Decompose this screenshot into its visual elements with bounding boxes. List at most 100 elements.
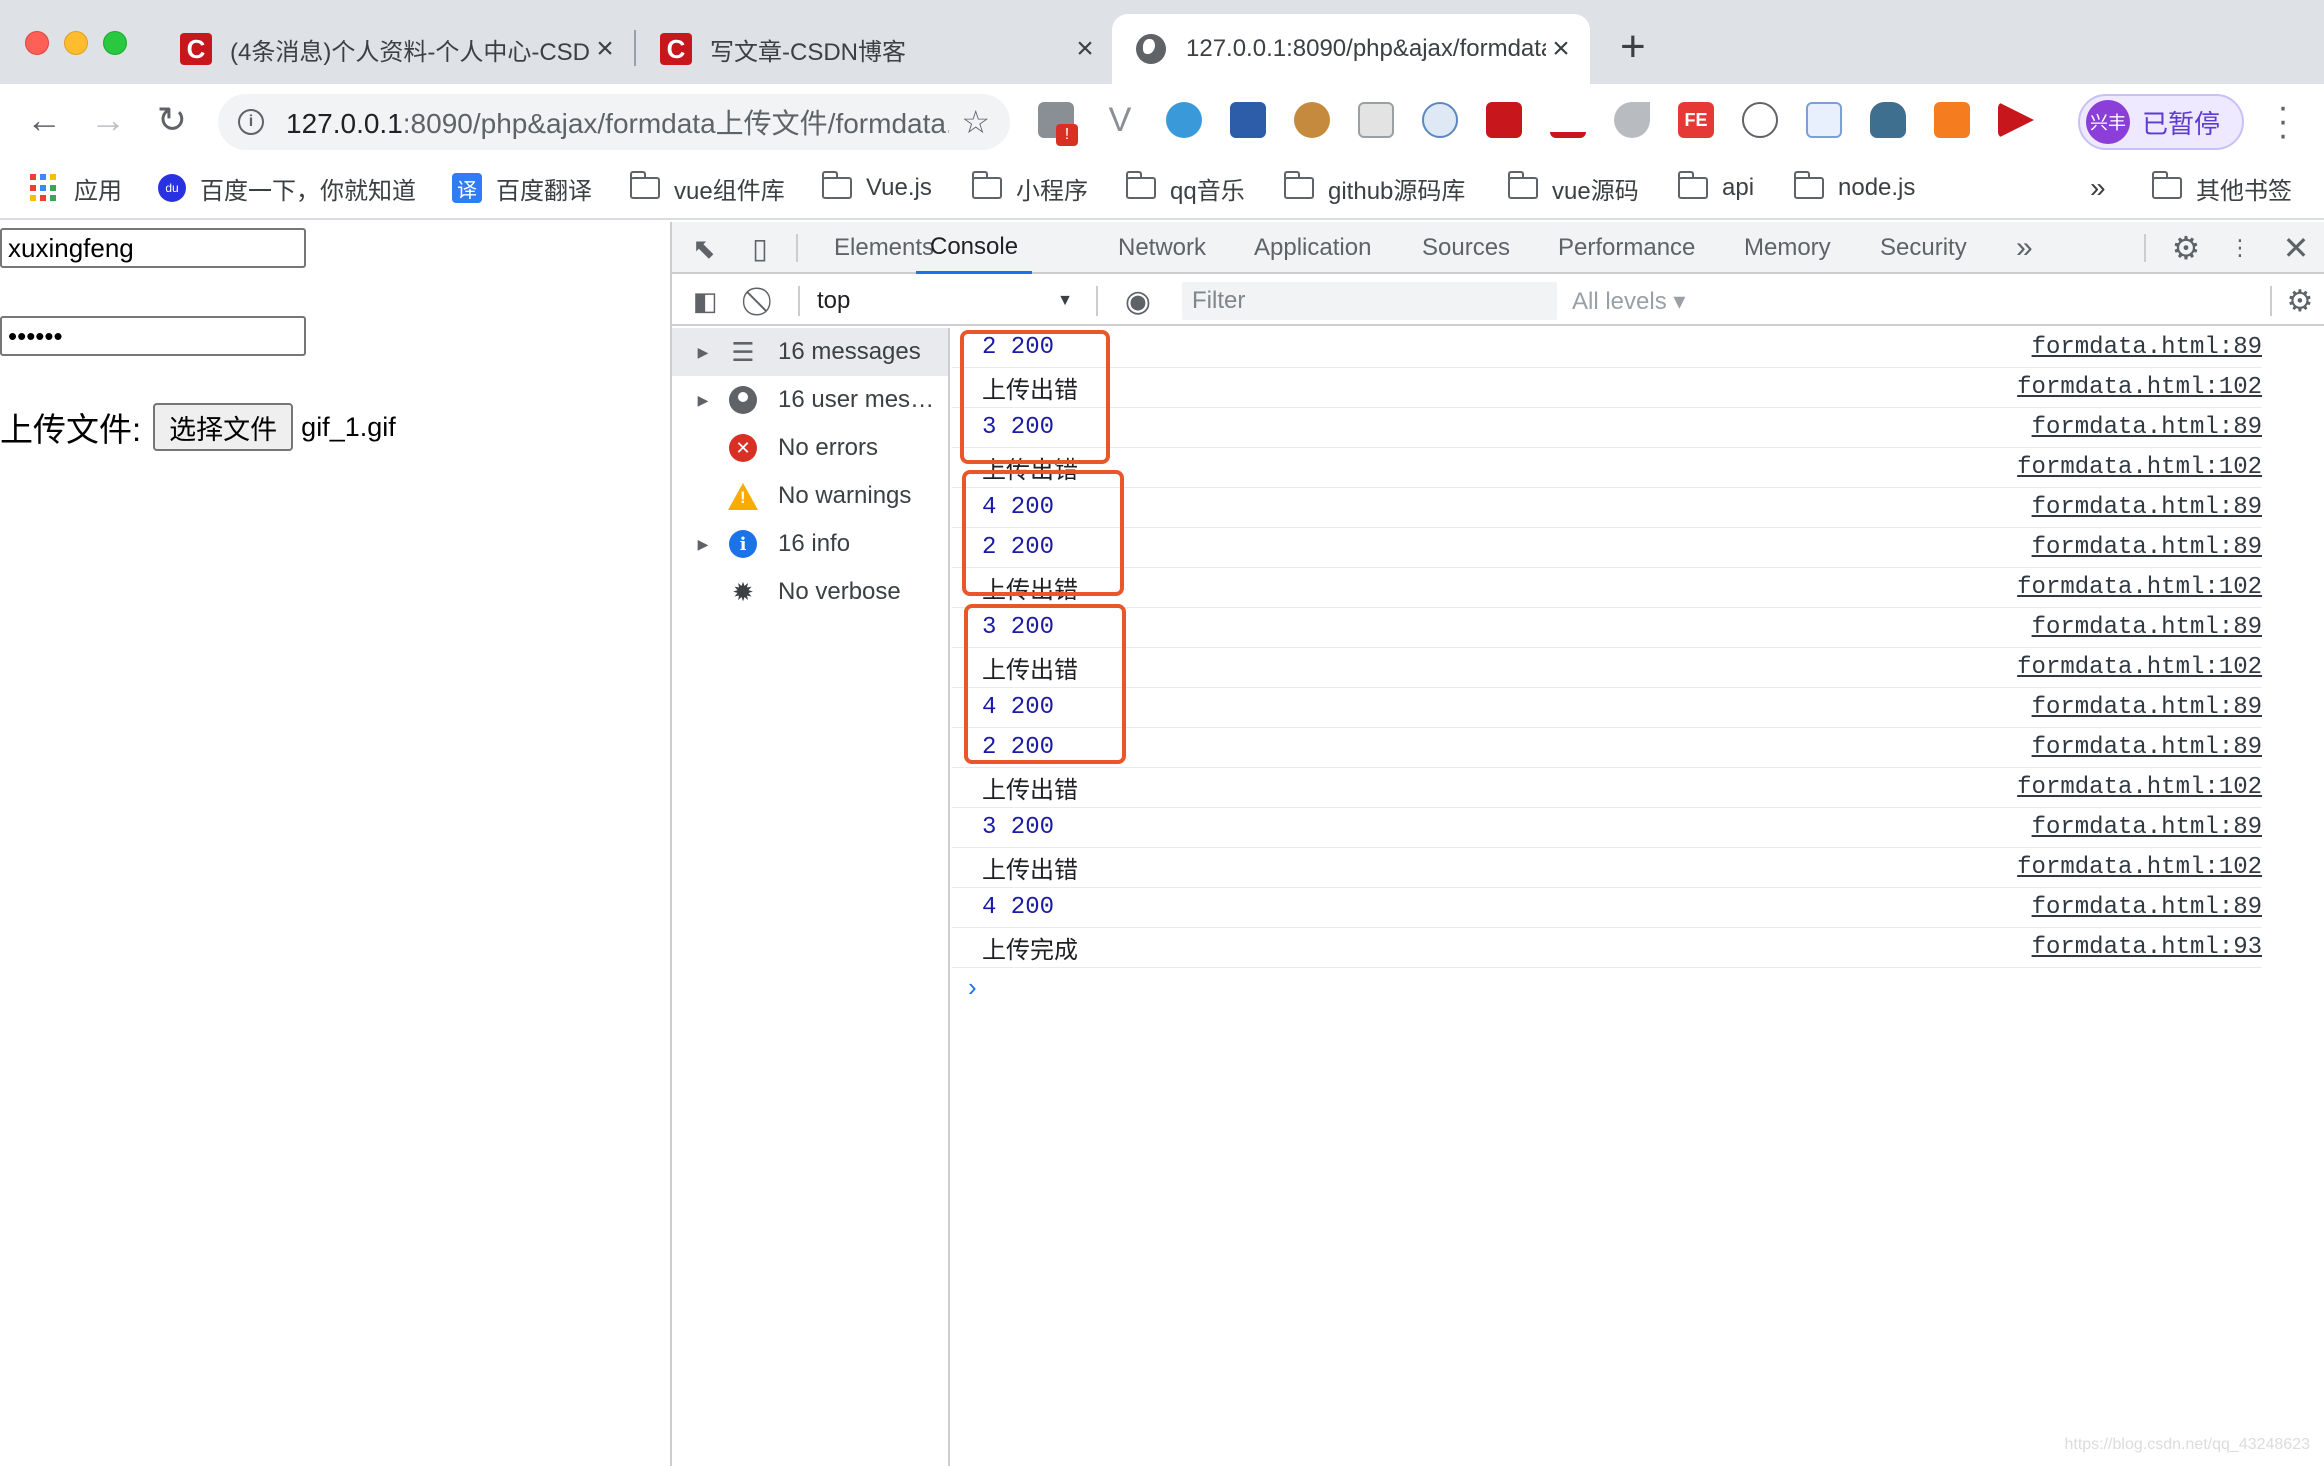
sidebar-item-user-messages[interactable]: ▶ 16 user mess…	[672, 376, 948, 424]
tab-performance[interactable]: Performance	[1558, 222, 1695, 274]
reload-button[interactable]: ↻	[148, 96, 196, 144]
console-message-row: 2 200 formdata.html:89	[952, 728, 2262, 768]
bookmark-star-icon[interactable]: ☆	[961, 103, 990, 141]
extension-icon[interactable]	[1998, 102, 2034, 138]
bookmark-folder-api[interactable]: api	[1678, 168, 1754, 208]
extension-icon[interactable]	[1422, 102, 1458, 138]
live-expression-eye-icon[interactable]: ◉	[1118, 284, 1158, 318]
console-source-link[interactable]: formdata.html:102	[2017, 374, 2262, 401]
tab-csdn-write[interactable]: C 写文章-CSDN博客 ×	[650, 14, 1100, 84]
bookmark-folder-qqmusic[interactable]: qq音乐	[1126, 168, 1245, 208]
bookmark-baidu-translate[interactable]: 译 百度翻译	[452, 168, 592, 208]
console-source-link[interactable]: formdata.html:89	[2032, 414, 2262, 441]
username-input[interactable]	[0, 228, 306, 268]
console-source-link[interactable]: formdata.html:89	[2032, 694, 2262, 721]
close-icon[interactable]: ×	[1546, 32, 1576, 65]
log-levels-dropdown[interactable]: All levels ▾	[1572, 282, 1685, 320]
tab-application[interactable]: Application	[1254, 222, 1371, 274]
bookmark-folder-nodejs[interactable]: node.js	[1794, 168, 1915, 208]
console-source-link[interactable]: formdata.html:102	[2017, 454, 2262, 481]
profile-button[interactable]: 兴丰 已暂停	[2078, 94, 2244, 150]
extension-icon[interactable]	[1870, 102, 1906, 138]
tab-memory[interactable]: Memory	[1744, 222, 1831, 274]
fullscreen-window-button[interactable]	[103, 31, 127, 55]
tab-csdn-profile[interactable]: C (4条消息)个人资料-个人中心-CSDN ×	[170, 14, 620, 84]
sidebar-item-warnings[interactable]: ! No warnings	[672, 472, 948, 520]
extension-icon[interactable]: !	[1038, 102, 1078, 146]
feather-icon[interactable]	[1550, 102, 1586, 138]
tab-sources[interactable]: Sources	[1422, 222, 1510, 274]
sidebar-item-info[interactable]: ▶ i 16 info	[672, 520, 948, 568]
close-icon[interactable]: ×	[590, 32, 620, 65]
filter-input[interactable]: Filter	[1182, 282, 1557, 320]
console-source-link[interactable]: formdata.html:89	[2032, 494, 2262, 521]
bookmark-baidu[interactable]: du 百度一下，你就知道	[158, 168, 416, 208]
console-settings-gear-icon[interactable]: ⚙	[2282, 284, 2318, 318]
close-icon[interactable]: ×	[1070, 32, 1100, 65]
url-text[interactable]: 127.0.0.1:8090/php&ajax/formdata上传文件/for…	[286, 102, 949, 142]
address-bar[interactable]: i 127.0.0.1:8090/php&ajax/formdata上传文件/f…	[218, 94, 1010, 150]
more-tabs-button[interactable]: »	[2016, 222, 2033, 274]
forward-button[interactable]: →	[84, 96, 132, 144]
bookmark-folder-vue-components[interactable]: vue组件库	[630, 168, 785, 208]
inspect-element-icon[interactable]: ⬉	[688, 232, 720, 264]
console-source-link[interactable]: formdata.html:102	[2017, 854, 2262, 881]
console-source-link[interactable]: formdata.html:102	[2017, 774, 2262, 801]
bookmark-apps[interactable]: 应用	[30, 168, 122, 208]
extension-icon[interactable]	[1934, 102, 1970, 138]
context-select[interactable]: top ▼	[817, 284, 1087, 318]
sidebar-item-errors[interactable]: ✕ No errors	[672, 424, 948, 472]
console-source-link[interactable]: formdata.html:89	[2032, 534, 2262, 561]
other-bookmarks[interactable]: 其他书签	[2152, 168, 2292, 208]
sidebar-item-verbose[interactable]: ✹ No verbose	[672, 568, 948, 616]
choose-file-button[interactable]: 选择文件	[153, 403, 294, 451]
dictionary-icon[interactable]	[1806, 102, 1842, 138]
tab-console[interactable]: Console	[916, 222, 1033, 274]
close-window-button[interactable]	[25, 31, 49, 55]
browser-menu-icon[interactable]: · · ·	[2268, 90, 2298, 152]
device-toolbar-icon[interactable]: ▯	[744, 232, 776, 264]
cookie-icon[interactable]	[1294, 102, 1330, 138]
clear-console-icon[interactable]: ⃠	[746, 284, 780, 318]
bookmarks-overflow-button[interactable]: »	[2090, 168, 2106, 208]
bookmark-folder-vuejs[interactable]: Vue.js	[822, 168, 932, 208]
tab-formdata[interactable]: 127.0.0.1:8090/php&ajax/formdata ×	[1112, 14, 1590, 84]
password-input[interactable]	[0, 316, 306, 356]
sidebar-item-messages[interactable]: ▶ ☰ 16 messages	[672, 328, 948, 376]
expand-arrow-icon[interactable]: ▶	[690, 344, 716, 361]
console-source-link[interactable]: formdata.html:89	[2032, 814, 2262, 841]
console-source-link[interactable]: formdata.html:102	[2017, 654, 2262, 681]
bookmark-folder-miniprogram[interactable]: 小程序	[972, 168, 1088, 208]
console-source-link[interactable]: formdata.html:93	[2032, 934, 2262, 961]
extension-icon[interactable]	[1230, 102, 1266, 138]
console-source-link[interactable]: formdata.html:102	[2017, 574, 2262, 601]
console-source-link[interactable]: formdata.html:89	[2032, 894, 2262, 921]
close-devtools-icon[interactable]: ✕	[2278, 230, 2314, 266]
minimize-window-button[interactable]	[64, 31, 88, 55]
flash-icon[interactable]	[1486, 102, 1522, 138]
expand-arrow-icon[interactable]: ▶	[690, 392, 716, 409]
info-icon[interactable]: i	[238, 109, 264, 135]
console-source-link[interactable]: formdata.html:89	[2032, 734, 2262, 761]
bookmark-folder-vue-source[interactable]: vue源码	[1508, 168, 1639, 208]
fe-helper-icon[interactable]: FE	[1678, 102, 1714, 138]
vue-devtools-icon[interactable]: V	[1102, 102, 1138, 138]
bookmark-folder-github[interactable]: github源码库	[1284, 168, 1465, 208]
tab-network[interactable]: Network	[1118, 222, 1206, 274]
back-button[interactable]: ←	[20, 96, 68, 144]
console-source-link[interactable]: formdata.html:89	[2032, 334, 2262, 361]
settings-gear-icon[interactable]: ⚙	[2168, 230, 2204, 266]
new-tab-button[interactable]: +	[1620, 22, 1646, 72]
console-log[interactable]: 上传完成 formdata.html:93 4 200 formdata.html:8…	[952, 328, 2324, 1466]
console-source-link[interactable]: formdata.html:89	[2032, 614, 2262, 641]
extension-icon[interactable]	[1358, 102, 1394, 138]
tab-security[interactable]: Security	[1880, 222, 1967, 274]
expand-arrow-icon[interactable]: ▶	[690, 536, 716, 553]
devtools-menu-icon[interactable]: ⋮	[2228, 230, 2252, 266]
sidebar-toggle-icon[interactable]: ◧	[688, 284, 722, 318]
console-prompt-chevron[interactable]: ›	[968, 972, 977, 1003]
extension-icon[interactable]	[1614, 102, 1650, 138]
extension-icon[interactable]	[1742, 102, 1778, 138]
extension-icon[interactable]	[1166, 102, 1202, 138]
console-message-text: 4 200	[982, 894, 1055, 921]
